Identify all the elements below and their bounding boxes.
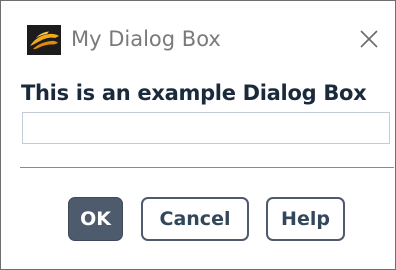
separator xyxy=(20,167,394,168)
dialog-label: This is an example Dialog Box xyxy=(21,81,367,105)
window-title: My Dialog Box xyxy=(71,27,221,51)
cancel-button[interactable]: Cancel xyxy=(141,197,249,241)
help-button[interactable]: Help xyxy=(266,197,345,241)
close-icon[interactable] xyxy=(353,23,385,55)
title-bar[interactable]: My Dialog Box xyxy=(1,1,395,77)
ok-button[interactable]: OK xyxy=(68,197,123,241)
dialog-window: My Dialog Box This is an example Dialog … xyxy=(0,0,396,270)
app-icon xyxy=(27,25,61,55)
dialog-text-input[interactable] xyxy=(22,112,390,144)
